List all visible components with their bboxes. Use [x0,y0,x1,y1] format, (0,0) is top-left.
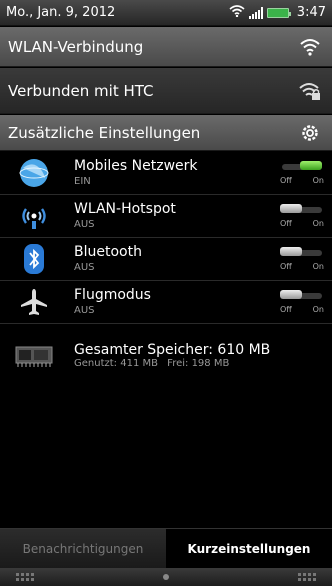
list-item-wlan-hotspot[interactable]: WLAN-Hotspot AUS Off On [0,195,332,238]
mobile-network-title: Mobiles Netzwerk [74,158,198,174]
list-item-bluetooth[interactable]: Bluetooth AUS Off On [0,238,332,281]
wlan-hotspot-status: AUS [74,219,95,230]
airplane-icon [14,284,54,320]
wlan-connection-label: WLAN-Verbindung [8,37,144,56]
additional-settings-header[interactable]: Zusätzliche Einstellungen [0,115,332,151]
status-date: Mo., Jan. 9, 2012 [6,5,116,20]
status-time: 3:47 [296,5,326,20]
tab-notifications[interactable]: Benachrichtigungen [0,529,166,568]
wlan-hotspot-toggle[interactable]: Off On [278,201,324,231]
wlan-hotspot-title: WLAN-Hotspot [74,201,176,217]
toggle-on-label: On [312,176,324,185]
toggle-off-label: Off [280,219,292,228]
mobile-network-status: EIN [74,176,91,187]
panel-drag-handle[interactable] [0,568,332,586]
notification-panel: Mo., Jan. 9, 2012 3:47 WLAN-Verbindung V… [0,0,332,586]
airplane-mode-status: AUS [74,305,95,316]
connected-network-row[interactable]: Verbunden mit HTC [0,68,332,114]
wlan-connection-header[interactable]: WLAN-Verbindung [0,27,332,67]
bluetooth-icon [14,241,54,277]
list-item-airplane-mode[interactable]: Flugmodus AUS Off On [0,281,332,324]
grip-dots-right-icon [298,573,316,581]
memory-free: Frei: 198 MB [167,357,230,369]
grip-dots-left-icon [16,573,34,581]
bluetooth-title: Bluetooth [74,244,142,260]
connected-network-label: Verbunden mit HTC [8,81,154,100]
memory-total: Gesamter Speicher: 610 MB [74,341,271,358]
airplane-mode-toggle[interactable]: Off On [278,287,324,317]
globe-icon [14,155,54,191]
bluetooth-toggle[interactable]: Off On [278,244,324,274]
toggle-off-label: Off [280,176,292,185]
status-bar: Mo., Jan. 9, 2012 3:47 [0,0,332,26]
memory-info[interactable]: Gesamter Speicher: 610 MB Genutzt: 411 M… [0,335,332,375]
airplane-mode-title: Flugmodus [74,287,151,303]
additional-settings-label: Zusätzliche Einstellungen [8,123,201,142]
toggle-on-label: On [312,219,324,228]
bottom-tabs: Benachrichtigungen Kurzeinstellungen [0,528,332,568]
handle-knob-icon [163,574,169,580]
gear-icon [296,119,324,147]
battery-icon [266,7,291,18]
tab-quick-settings[interactable]: Kurzeinstellungen [166,529,332,568]
list-item-mobile-network[interactable]: Mobiles Netzwerk EIN Off On [0,152,332,195]
memory-used: Genutzt: 411 MB [74,357,158,369]
toggle-off-label: Off [280,262,292,271]
memory-chip-icon [14,342,54,368]
mobile-network-toggle[interactable]: Off On [278,158,324,188]
bluetooth-status: AUS [74,262,95,273]
signal-icon [248,6,263,19]
wifi-icon [296,33,324,61]
toggle-on-label: On [312,305,324,314]
toggle-on-label: On [312,262,324,271]
wifi-status-icon [229,4,245,21]
wifi-lock-icon [296,77,324,105]
hotspot-icon [14,198,54,234]
toggle-off-label: Off [280,305,292,314]
